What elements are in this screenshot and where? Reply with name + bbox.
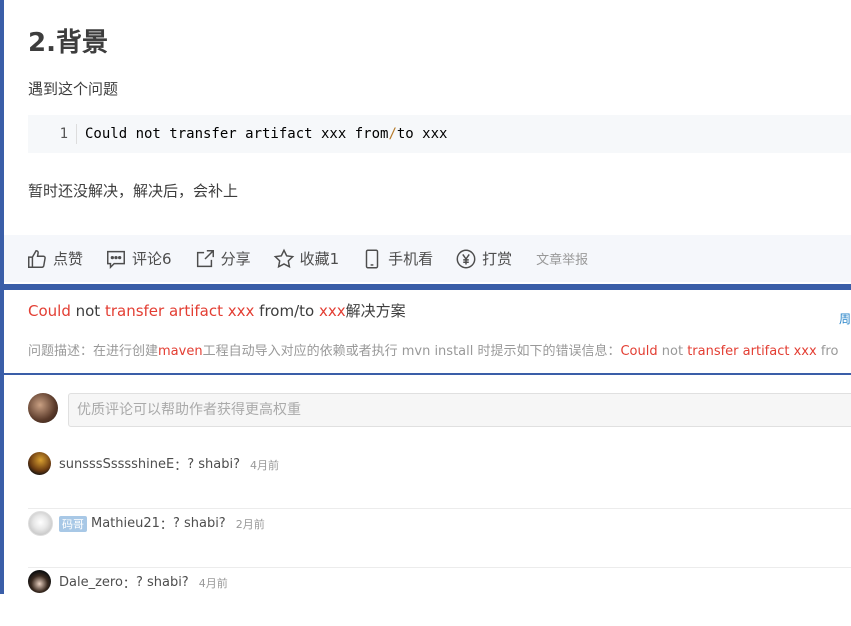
comment-username[interactable]: Mathieu21	[91, 516, 160, 531]
commenter-avatar[interactable]	[28, 511, 53, 536]
user-badge: 码哥	[59, 515, 87, 532]
comment-username[interactable]: Dale_zero	[59, 575, 123, 590]
recommended-title-part: Could	[28, 302, 71, 320]
comment-compose: 优质评论可以帮助作者获得更高权重	[28, 393, 851, 427]
recommended-title-part: from/to	[254, 302, 319, 320]
recommended-title-part: xxx	[318, 302, 346, 320]
article-toolbar: 点赞 评论6 分享 收藏1 手机看 打赏 文章举报	[4, 235, 851, 282]
star-icon	[273, 248, 294, 268]
recommended-title-part: 解决方案	[345, 302, 406, 320]
paragraph-problem: 遇到这个问题	[28, 80, 119, 98]
mobile-view-button[interactable]: 手机看	[361, 248, 433, 270]
comment-time: 4月前	[250, 458, 280, 472]
comment-username[interactable]: sunsssSsssshineE	[59, 457, 174, 472]
recommended-article[interactable]: Could not transfer artifact xxx from/to …	[28, 300, 851, 359]
comment-separator: ：	[122, 577, 136, 592]
report-link[interactable]: 文章举报	[536, 249, 588, 268]
phone-icon	[365, 249, 379, 268]
section-divider	[0, 284, 851, 290]
recommended-title-part: not	[70, 302, 105, 320]
recommended-description-part: transfer artifact xxx	[687, 344, 817, 359]
comment-item: Dale_zero：? shabi? 4月前	[28, 568, 851, 626]
comment-list: sunsssSsssshineE：? shabi? 4月前 码哥 Mathieu2…	[28, 450, 851, 626]
comment-separator: ：	[159, 518, 173, 533]
reward-label: 打赏	[482, 250, 513, 268]
comment-item: 码哥 Mathieu21：? shabi? 2月前	[28, 509, 851, 568]
code-line-number: 1	[28, 124, 77, 144]
recommended-title-part: transfer artifact xxx	[104, 302, 255, 320]
comment-time: 2月前	[235, 517, 265, 531]
code-slash: /	[388, 126, 397, 142]
share-icon	[196, 249, 214, 267]
commenter-avatar[interactable]	[28, 452, 51, 475]
paragraph-status: 暂时还没解决，解决后，会补上	[28, 182, 239, 200]
recommended-description-part: not	[657, 344, 688, 359]
comment-time: 4月前	[198, 576, 228, 590]
comment-label: 评论6	[132, 250, 172, 268]
favorite-button[interactable]: 收藏1	[273, 248, 340, 270]
recommended-side-label: 周	[838, 312, 851, 326]
recommended-description-part: fro	[816, 344, 839, 359]
current-user-avatar	[28, 393, 58, 423]
share-label: 分享	[220, 250, 251, 268]
comment-body: sunsssSsssshineE：? shabi? 4月前	[59, 455, 279, 474]
comment-input[interactable]: 优质评论可以帮助作者获得更高权重	[68, 393, 851, 427]
commenter-avatar[interactable]	[28, 570, 51, 593]
comment-body: Dale_zero：? shabi? 4月前	[59, 573, 228, 592]
code-text-part: Could not transfer artifact xxx from	[85, 126, 389, 142]
recommended-description-part: maven	[158, 344, 203, 359]
mobile-view-label: 手机看	[388, 250, 434, 268]
comment-body: 码哥 Mathieu21：? shabi? 2月前	[59, 514, 265, 533]
comment-text: ? shabi?	[187, 457, 241, 472]
thumbs-up-icon	[28, 249, 46, 268]
code-text-part: to xxx	[396, 126, 448, 142]
recommend-divider	[0, 373, 851, 375]
favorite-label: 收藏1	[299, 250, 340, 268]
comment-button[interactable]: 评论6	[105, 248, 172, 270]
recommended-description: 问题描述：在进行创建maven工程自动导入对应的依赖或者执行 mvn insta…	[28, 340, 838, 359]
recommended-description-part: Could	[620, 344, 658, 359]
code-block: 1 Could not transfer artifact xxx from/t…	[28, 115, 851, 153]
comment-separator: ：	[174, 459, 188, 474]
share-button[interactable]: 分享	[194, 248, 251, 270]
comment-text: ? shabi?	[135, 575, 189, 590]
comment-text: ? shabi?	[172, 516, 226, 531]
code-line: Could not transfer artifact xxx from/to …	[77, 126, 447, 142]
like-label: 点赞	[53, 250, 84, 268]
yen-coin-icon	[456, 249, 476, 268]
recommended-description-part: 工程自动导入对应的依赖或者执行 mvn install 时提示如下的错误信息：	[202, 344, 621, 359]
comment-item: sunsssSsssshineE：? shabi? 4月前	[28, 450, 851, 509]
left-accent-bar	[0, 0, 4, 594]
like-button[interactable]: 点赞	[26, 248, 83, 270]
section-heading: 2.背景	[28, 28, 108, 58]
comment-icon	[107, 250, 125, 269]
reward-button[interactable]: 打赏	[455, 248, 512, 270]
recommended-title[interactable]: Could not transfer artifact xxx from/to …	[28, 300, 851, 321]
recommended-description-part: 问题描述：在进行创建	[28, 344, 159, 359]
